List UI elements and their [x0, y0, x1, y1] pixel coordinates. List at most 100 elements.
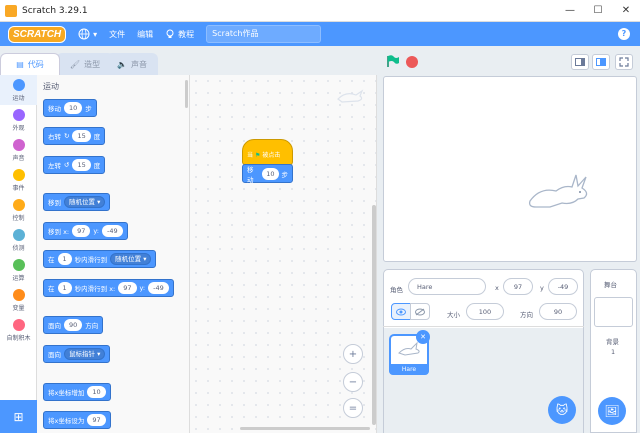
y-label: y — [540, 284, 544, 292]
block-goto[interactable]: 移到 随机位置 ▾ — [43, 193, 111, 211]
block-point-direction[interactable]: 面向 90 方向 — [43, 316, 104, 334]
block-text: 秒内滑行到 — [74, 256, 108, 264]
block-dropdown[interactable]: 鼠标指针 ▾ — [64, 348, 106, 360]
edit-menu[interactable]: 编辑 — [137, 29, 153, 40]
stop-button[interactable] — [406, 56, 418, 68]
delete-sprite-button[interactable]: ✕ — [416, 330, 430, 344]
workspace-horizontal-scrollbar[interactable] — [240, 427, 370, 430]
block-dropdown[interactable]: 随机位置 ▾ — [110, 253, 152, 265]
block-input[interactable]: 10 — [64, 102, 83, 114]
tab-sounds-label: 声音 — [130, 59, 147, 69]
language-menu[interactable]: ▾ — [78, 28, 97, 40]
block-input[interactable]: 97 — [72, 225, 91, 237]
stage-thumbnail[interactable] — [594, 297, 633, 327]
block-input[interactable]: 90 — [64, 319, 83, 331]
tab-costumes[interactable]: 🖌 造型 — [56, 53, 114, 75]
category-menu: 运动 外观声音事件 控制侦测运算 变量自制积木 — [0, 75, 37, 433]
category-label: 侦测 — [12, 244, 25, 252]
block-set-x[interactable]: 将x坐标设为 97 — [43, 411, 111, 429]
large-stage-button[interactable] — [592, 54, 610, 70]
sprite-name-label: 角色 — [390, 286, 403, 294]
minimize-button[interactable]: — — [556, 5, 584, 16]
category-item[interactable]: 控制 — [0, 195, 37, 225]
sprite-name-input[interactable]: Hare — [408, 278, 486, 295]
fullscreen-icon — [619, 57, 629, 67]
block-text: 右转 — [48, 133, 61, 141]
help-icon[interactable]: ? — [618, 28, 630, 40]
block-text: 度 — [93, 162, 101, 170]
x-position-input[interactable]: 97 — [503, 278, 533, 295]
add-backdrop-button[interactable]: 🖼 — [598, 397, 626, 425]
y-position-input[interactable]: -49 — [548, 278, 578, 295]
zoom-out-button[interactable]: − — [343, 372, 363, 392]
block-input[interactable]: 1 — [57, 282, 72, 294]
block-text: 面向 — [48, 322, 61, 330]
hare-sprite[interactable] — [526, 173, 592, 213]
zoom-in-button[interactable]: + — [343, 344, 363, 364]
add-sprite-button[interactable]: 🐱 — [548, 396, 576, 424]
scratch-logo[interactable]: SCRATCH — [8, 25, 67, 43]
category-item[interactable]: 侦测 — [0, 225, 37, 255]
category-color-icon — [12, 288, 25, 301]
direction-label: 方向 — [520, 311, 533, 319]
block-move-steps[interactable]: 移动 10 步 — [43, 99, 97, 117]
category-item[interactable]: 事件 — [0, 165, 37, 195]
show-sprite-toggle[interactable] — [391, 303, 411, 320]
block-input[interactable]: 97 — [87, 414, 106, 426]
block-input[interactable]: 10 — [262, 167, 279, 180]
direction-input[interactable]: 90 — [539, 303, 577, 320]
rotate-right-icon: ↻ — [64, 132, 70, 140]
tab-code[interactable]: ▤ 代码 — [0, 53, 60, 75]
block-goto-xy[interactable]: 移到 x: 97 y: -49 — [43, 222, 128, 240]
backdrops-label: 背景 — [606, 338, 619, 346]
zoom-reset-button[interactable]: = — [343, 398, 363, 418]
block-point-towards[interactable]: 面向 鼠标指针 ▾ — [43, 345, 111, 363]
block-change-x[interactable]: 将x坐标增加 10 — [43, 383, 111, 401]
block-glide-xy[interactable]: 在 1 秒内滑行到 x: 97 y: -49 — [43, 279, 174, 297]
add-extension-button[interactable]: ⊞ — [0, 400, 37, 433]
category-item[interactable]: 自制积木 — [0, 315, 37, 345]
category-label: 自制积木 — [6, 334, 31, 342]
block-text: 移动 — [48, 105, 61, 113]
category-item[interactable]: 运动 — [0, 75, 37, 105]
category-label: 声音 — [12, 154, 25, 162]
block-input[interactable]: -49 — [148, 282, 169, 294]
category-item[interactable]: 外观 — [0, 105, 37, 135]
block-turn-left[interactable]: 左转 ↺ 15 度 — [43, 156, 106, 174]
palette-scrollbar[interactable] — [185, 80, 188, 108]
globe-icon — [78, 28, 90, 40]
block-input[interactable]: 15 — [72, 130, 91, 142]
workspace-vertical-scrollbar[interactable] — [372, 205, 376, 425]
close-button[interactable]: ✕ — [612, 5, 640, 16]
block-text: 将x坐标增加 — [48, 389, 85, 397]
maximize-button[interactable]: ☐ — [584, 5, 612, 16]
block-input[interactable]: 15 — [72, 159, 91, 171]
block-turn-right[interactable]: 右转 ↻ 15 度 — [43, 127, 106, 145]
category-color-icon — [12, 198, 25, 211]
category-item[interactable]: 运算 — [0, 255, 37, 285]
hare-watermark-icon — [337, 89, 364, 103]
block-dropdown[interactable]: 随机位置 ▾ — [64, 196, 106, 208]
tab-code-label: 代码 — [27, 60, 44, 69]
green-flag-button[interactable] — [386, 55, 400, 68]
category-item[interactable]: 变量 — [0, 285, 37, 315]
category-item[interactable]: 声音 — [0, 135, 37, 165]
fullscreen-button[interactable] — [615, 54, 633, 70]
hide-sprite-toggle[interactable] — [410, 303, 430, 320]
block-input[interactable]: 10 — [87, 386, 106, 398]
tutorials-label: 教程 — [178, 29, 195, 39]
tutorials-menu[interactable]: 教程 — [165, 29, 194, 40]
block-glide-to[interactable]: 在 1 秒内滑行到 随机位置 ▾ — [43, 250, 157, 268]
project-title-input[interactable]: Scratch作品 — [206, 25, 322, 43]
small-stage-button[interactable] — [571, 54, 589, 70]
block-input[interactable]: -49 — [101, 225, 123, 237]
block-text: 当 — [247, 152, 254, 159]
when-flag-clicked-block[interactable]: 当 ⚑ 被点击 — [242, 139, 293, 165]
script-move-block[interactable]: 移动 10 步 — [242, 164, 293, 184]
block-input[interactable]: 97 — [118, 282, 137, 294]
block-text: y: — [139, 284, 146, 292]
file-menu[interactable]: 文件 — [109, 29, 125, 40]
size-input[interactable]: 100 — [466, 303, 504, 320]
stage-canvas[interactable] — [383, 76, 637, 262]
block-input[interactable]: 1 — [57, 253, 72, 265]
